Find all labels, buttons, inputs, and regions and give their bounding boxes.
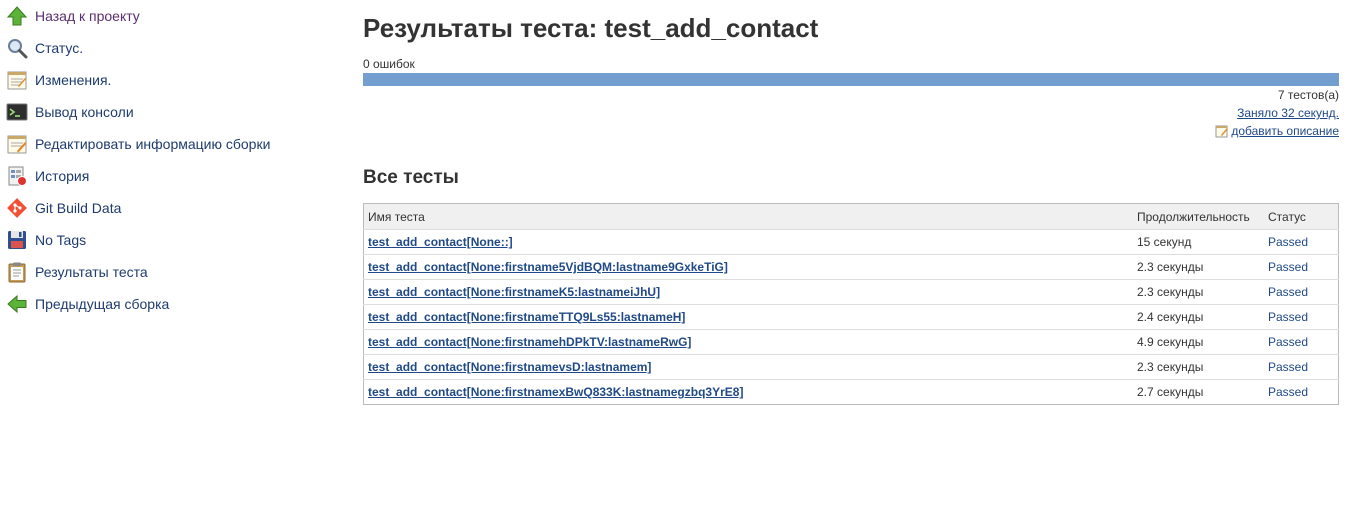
table-header-row: Имя теста Продолжительность Статус: [363, 203, 1339, 230]
test-status-cell: Passed: [1264, 254, 1339, 280]
sidebar-item-changes[interactable]: Изменения.: [0, 64, 340, 96]
table-row: test_add_contact[None::] 15 секунд Passed: [364, 230, 1339, 255]
notepad-edit-icon: [1215, 125, 1229, 138]
test-status-cell: Passed: [1264, 304, 1339, 330]
sidebar-item-label: Предыдущая сборка: [35, 296, 170, 312]
sidebar-item-label: История: [35, 168, 90, 184]
test-duration-cell: 2.4 секунды: [1133, 304, 1264, 330]
test-name-cell: test_add_contact[None::]: [364, 230, 1134, 255]
test-name-link[interactable]: test_add_contact[None:firstnamexBwQ833K:…: [368, 385, 743, 399]
test-status-cell: Passed: [1264, 354, 1339, 380]
floppy-disk-icon: [6, 229, 28, 251]
test-progress-bar: [363, 73, 1339, 86]
add-description-link[interactable]: добавить описание: [1215, 124, 1339, 138]
duration-link[interactable]: Заняло 32 секунд.: [1237, 106, 1339, 120]
test-name-cell: test_add_contact[None:firstnamehDPkTV:la…: [363, 329, 1133, 355]
test-name-cell: test_add_contact[None:firstnameTTQ9Ls55:…: [363, 304, 1133, 330]
test-name-cell: test_add_contact[None:firstnamevsD:lastn…: [363, 354, 1133, 380]
sidebar-item-history[interactable]: История: [0, 160, 340, 192]
table-row: test_add_contact[None:firstnamexBwQ833K:…: [363, 379, 1339, 405]
sidebar-item-previous-build[interactable]: Предыдущая сборка: [0, 288, 340, 320]
test-duration-cell: 2.7 секунды: [1133, 379, 1264, 405]
table-row: test_add_contact[None:firstname5VjdBQM:l…: [363, 254, 1339, 280]
test-status-cell: Passed: [1268, 235, 1309, 249]
test-duration-cell: 2.3 секунды: [1133, 354, 1264, 380]
history-icon: [6, 165, 28, 187]
table-row: test_add_contact[None:firstnamevsD:lastn…: [363, 354, 1339, 380]
test-name-link[interactable]: test_add_contact[None:firstnamevsD:lastn…: [368, 360, 651, 374]
add-description-label: добавить описание: [1231, 124, 1339, 138]
sidebar-item-edit-build-info[interactable]: Редактировать информацию сборки: [0, 128, 340, 160]
sidebar-item-label: Редактировать информацию сборки: [35, 136, 271, 152]
left-arrow-icon: [6, 293, 28, 315]
sidebar-item-label: Назад к проекту: [35, 8, 140, 24]
git-icon: [6, 197, 28, 219]
sidebar-item-test-results[interactable]: Результаты теста: [0, 256, 340, 288]
column-header-duration[interactable]: Продолжительность: [1133, 203, 1264, 230]
test-status-cell: Passed: [1264, 279, 1339, 305]
terminal-icon: [6, 101, 28, 123]
test-duration-cell: 15 секунд: [1137, 235, 1192, 249]
test-duration-cell: 2.3 секунды: [1133, 279, 1264, 305]
test-progress-fill: [363, 73, 1339, 86]
test-name-link[interactable]: test_add_contact[None:firstnameK5:lastna…: [368, 285, 660, 299]
sidebar: Назад к проекту Статус. Изменения. Вывод…: [0, 0, 340, 320]
up-arrow-icon: [6, 5, 28, 27]
tests-table: Имя теста Продолжительность Статус test_…: [363, 203, 1339, 405]
sidebar-item-status[interactable]: Статус.: [0, 32, 340, 64]
column-header-status[interactable]: Статус: [1264, 203, 1339, 230]
sidebar-item-label: No Tags: [35, 232, 87, 248]
test-status-cell: Passed: [1264, 379, 1339, 405]
test-count: 7 тестов(а): [1277, 88, 1339, 102]
test-name-cell: test_add_contact[None:firstnamexBwQ833K:…: [363, 379, 1133, 405]
notepad-edit-icon: [6, 133, 28, 155]
test-name-link[interactable]: test_add_contact[None::]: [368, 235, 513, 249]
page-title: Результаты теста: test_add_contact: [363, 13, 819, 43]
section-title: Все тесты: [363, 167, 459, 188]
test-duration-cell: 2.3 секунды: [1133, 254, 1264, 280]
table-row: test_add_contact[None:firstnameTTQ9Ls55:…: [363, 304, 1339, 330]
notepad-icon: [6, 69, 28, 91]
sidebar-item-label: Статус.: [35, 40, 84, 56]
test-name-link[interactable]: test_add_contact[None:firstnameTTQ9Ls55:…: [368, 310, 685, 324]
column-header-name[interactable]: Имя теста: [363, 203, 1133, 230]
sidebar-item-git-build-data[interactable]: Git Build Data: [0, 192, 340, 224]
test-status-cell: Passed: [1264, 329, 1339, 355]
sidebar-item-no-tags[interactable]: No Tags: [0, 224, 340, 256]
test-name-cell: test_add_contact[None:firstname5VjdBQM:l…: [363, 254, 1133, 280]
sidebar-item-label: Изменения.: [35, 72, 112, 88]
sidebar-item-console-output[interactable]: Вывод консоли: [0, 96, 340, 128]
table-row: test_add_contact[None:firstnameK5:lastna…: [363, 279, 1339, 305]
test-name-link[interactable]: test_add_contact[None:firstnamehDPkTV:la…: [368, 335, 691, 349]
sidebar-item-label: Git Build Data: [35, 200, 122, 216]
test-name-link[interactable]: test_add_contact[None:firstname5VjdBQM:l…: [368, 260, 728, 274]
table-row: test_add_contact[None:firstnamehDPkTV:la…: [363, 329, 1339, 355]
test-duration-cell: 4.9 секунды: [1133, 329, 1264, 355]
clipboard-icon: [6, 261, 28, 283]
sidebar-item-label: Результаты теста: [35, 264, 148, 280]
test-name-cell: test_add_contact[None:firstnameK5:lastna…: [363, 279, 1133, 305]
search-icon: [6, 37, 28, 59]
sidebar-item-label: Вывод консоли: [35, 104, 134, 120]
failure-count: 0 ошибок: [363, 57, 415, 71]
sidebar-item-back-to-project[interactable]: Назад к проекту: [0, 0, 340, 32]
